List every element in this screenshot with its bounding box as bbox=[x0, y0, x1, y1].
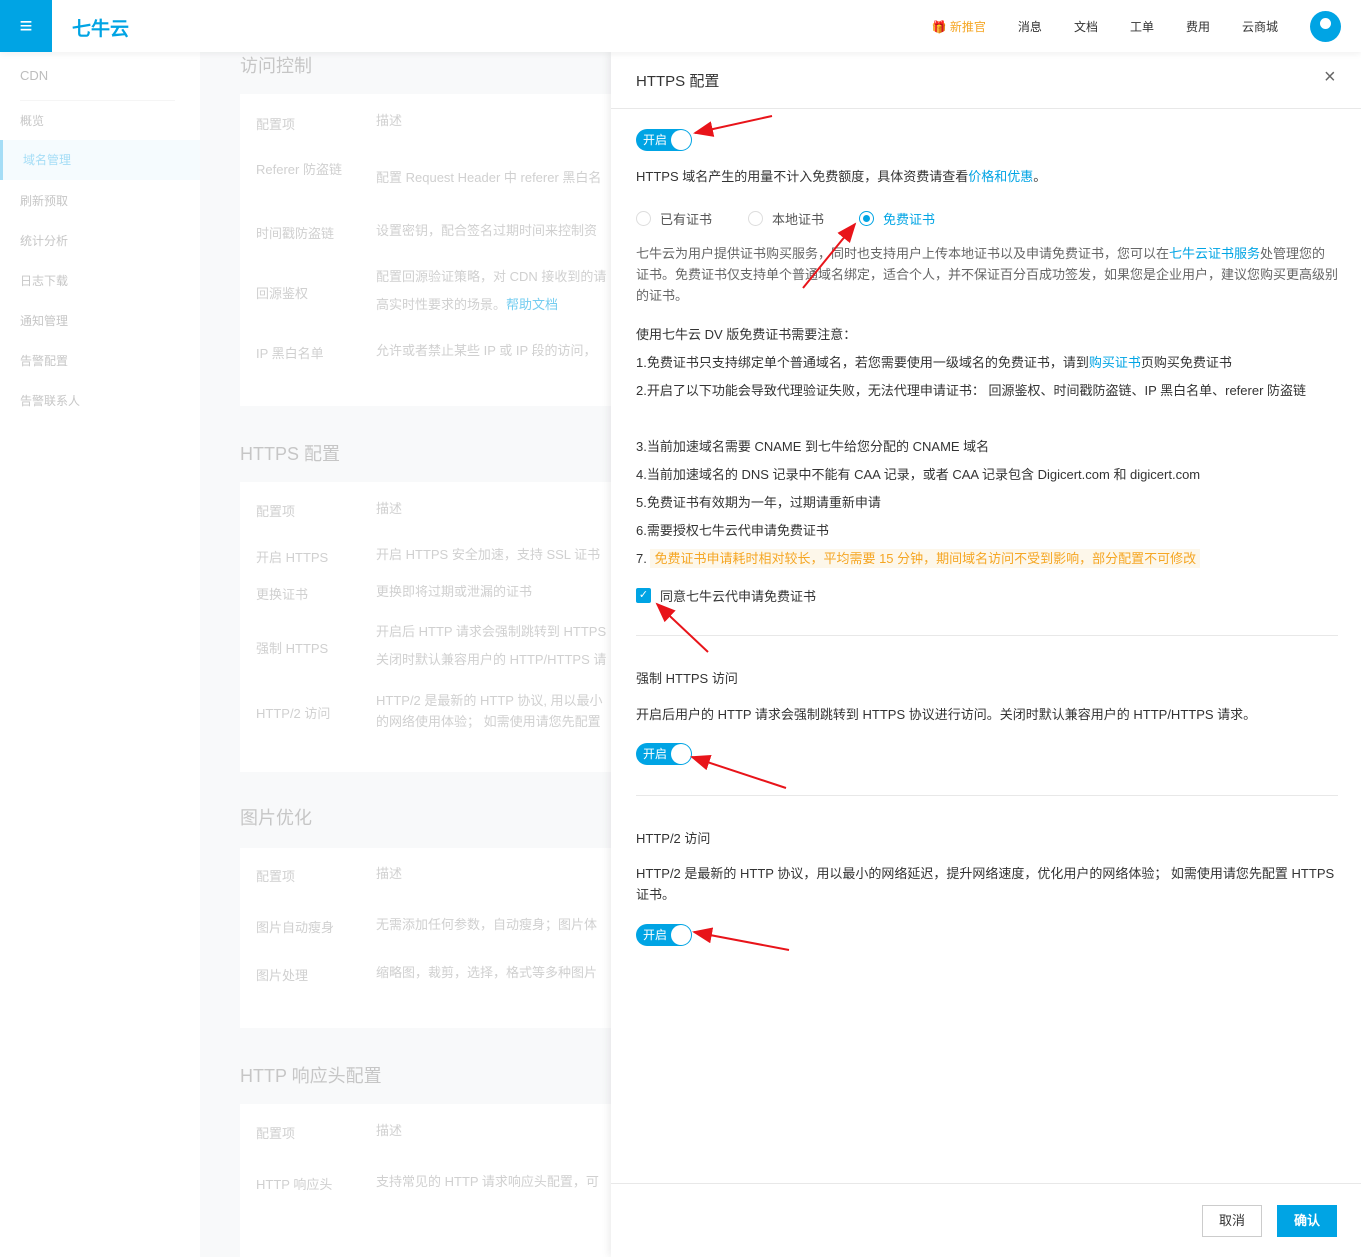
top-nav: 🎁 新推官 消息 文档 工单 费用 云商城 bbox=[932, 0, 1361, 52]
row-desc: 允许或者禁止某些 IP 或 IP 段的访问， bbox=[376, 343, 597, 358]
col-header: 描述 bbox=[376, 113, 403, 128]
pricing-link[interactable]: 价格和优惠 bbox=[968, 169, 1033, 184]
nav-billing[interactable]: 费用 bbox=[1186, 18, 1210, 35]
row-desc: 支持常见的 HTTP 请求响应头配置，可 bbox=[376, 1174, 599, 1189]
row-label: 图片处理 bbox=[256, 968, 309, 983]
col-header: 配置项 bbox=[256, 869, 296, 884]
row-desc: 缩略图，裁剪，选择，格式等多种图片 bbox=[376, 965, 598, 980]
row-desc: 更换即将过期或泄漏的证书 bbox=[376, 584, 533, 599]
sidebar-item-notify[interactable]: 通知管理 bbox=[20, 312, 68, 329]
col-header: 配置项 bbox=[256, 1126, 296, 1141]
note-6: 6.需要授权七牛云代申请免费证书 bbox=[636, 523, 829, 538]
radio-existing-cert[interactable]: 已有证书 bbox=[636, 209, 712, 228]
force-https-desc: 开启后用户的 HTTP 请求会强制跳转到 HTTPS 协议进行访问。关闭时默认兼… bbox=[636, 707, 1257, 722]
sidebar-item-domains[interactable]: 域名管理 bbox=[0, 140, 200, 180]
sidebar-item-refresh[interactable]: 刷新预取 bbox=[20, 192, 68, 209]
menu-button[interactable]: ≡ bbox=[0, 0, 52, 52]
row-label: 更换证书 bbox=[256, 587, 309, 602]
nav-messages[interactable]: 消息 bbox=[1018, 18, 1042, 35]
logo[interactable]: 七牛云 bbox=[72, 14, 129, 41]
row-label: 时间戳防盗链 bbox=[256, 226, 335, 241]
row-label: IP 黑白名单 bbox=[256, 346, 324, 361]
note-5: 5.免费证书有效期为一年，过期请重新申请 bbox=[636, 495, 881, 510]
nav-marketplace[interactable]: 云商城 bbox=[1242, 18, 1278, 35]
row-desc: 配置 Request Header 中 referer 黑白名 bbox=[376, 170, 602, 185]
check-icon: ✓ bbox=[636, 588, 651, 603]
cancel-button[interactable]: 取消 bbox=[1202, 1205, 1262, 1237]
row-desc: 设置密钥，配合签名过期时间来控制资 bbox=[376, 223, 598, 238]
radio-local-cert[interactable]: 本地证书 bbox=[748, 209, 824, 228]
sidebar-item-overview[interactable]: 概览 bbox=[20, 112, 44, 129]
row-desc: 开启后 HTTP 请求会强制跳转到 HTTPS bbox=[376, 624, 607, 639]
section-title: HTTPS 配置 bbox=[240, 444, 341, 464]
row-desc: 开启 HTTPS 安全加速，支持 SSL 证书 bbox=[376, 547, 601, 562]
row-desc: 高实时性要求的场景。帮助文档 bbox=[376, 297, 559, 312]
row-label: 强制 HTTPS bbox=[256, 641, 329, 656]
col-header: 描述 bbox=[376, 501, 403, 516]
note-4: 4.当前加速域名的 DNS 记录中不能有 CAA 记录，或者 CAA 记录包含 … bbox=[636, 467, 1201, 482]
force-https-title: 强制 HTTPS 访问 bbox=[636, 671, 738, 686]
row-label: HTTP 响应头 bbox=[256, 1177, 333, 1192]
sidebar-item-contacts[interactable]: 告警联系人 bbox=[20, 392, 80, 409]
nav-tickets[interactable]: 工单 bbox=[1130, 18, 1154, 35]
http2-desc: HTTP/2 是最新的 HTTP 协议，用以最小的网络延迟，提升网络速度，优化用… bbox=[636, 866, 1335, 902]
confirm-button[interactable]: 确认 bbox=[1277, 1205, 1337, 1237]
agree-checkbox[interactable]: ✓ 同意七牛云代申请免费证书 bbox=[636, 586, 816, 605]
help-link[interactable]: 帮助文档 bbox=[506, 297, 558, 312]
col-header: 配置项 bbox=[256, 504, 296, 519]
sidebar: CDN 概览 域名管理 刷新预取 统计分析 日志下载 通知管理 告警配置 告警联… bbox=[0, 52, 200, 1257]
note-2: 2.开启了以下功能会导致代理验证失败，无法代理申请证书： 回源鉴权、时间戳防盗链… bbox=[636, 383, 1307, 398]
row-desc: 的网络使用体验； 如需使用请您先配置 bbox=[376, 714, 601, 729]
row-desc: 配置回源验证策略，对 CDN 接收到的请 bbox=[376, 269, 607, 284]
sidebar-title: CDN bbox=[20, 68, 49, 83]
drawer-title: HTTPS 配置 bbox=[636, 73, 720, 90]
https-config-drawer: HTTPS 配置 × 开启 HTTPS 域名产生的用量不计入免费额度，具体资费请… bbox=[611, 52, 1361, 1257]
http2-toggle[interactable]: 开启 bbox=[636, 924, 692, 946]
col-header: 配置项 bbox=[256, 117, 296, 132]
cert-service-link[interactable]: 七牛云证书服务 bbox=[1169, 246, 1260, 261]
http2-title: HTTP/2 访问 bbox=[636, 831, 711, 846]
section-title: 访问控制 bbox=[240, 56, 312, 76]
notes-title: 使用七牛云 DV 版免费证书需要注意： bbox=[636, 327, 857, 342]
top-bar: ≡ 七牛云 🎁 新推官 消息 文档 工单 费用 云商城 bbox=[0, 0, 1361, 52]
force-https-toggle[interactable]: 开启 bbox=[636, 743, 692, 765]
nav-promo[interactable]: 🎁 新推官 bbox=[932, 18, 986, 35]
section-title: HTTP 响应头配置 bbox=[240, 1066, 382, 1086]
row-desc: 关闭时默认兼容用户的 HTTP/HTTPS 请 bbox=[376, 652, 607, 667]
usage-text: HTTPS 域名产生的用量不计入免费额度，具体资费请查看价格和优惠。 bbox=[636, 169, 1047, 184]
background-page: CDN 概览 域名管理 刷新预取 统计分析 日志下载 通知管理 告警配置 告警联… bbox=[0, 52, 640, 1257]
row-label: 图片自动瘦身 bbox=[256, 920, 335, 935]
sidebar-item-stats[interactable]: 统计分析 bbox=[20, 232, 68, 249]
section-title: 图片优化 bbox=[240, 808, 312, 828]
note-7: 7. 免费证书申请耗时相对较长，平均需要 15 分钟，期间域名访问不受到影响，部… bbox=[636, 545, 1201, 573]
row-label: Referer 防盗链 bbox=[256, 162, 342, 177]
sidebar-item-alerts[interactable]: 告警配置 bbox=[20, 352, 68, 369]
close-icon[interactable]: × bbox=[1324, 66, 1336, 89]
sidebar-item-logs[interactable]: 日志下载 bbox=[20, 272, 68, 289]
note-3: 3.当前加速域名需要 CNAME 到七牛给您分配的 CNAME 域名 bbox=[636, 439, 990, 454]
nav-docs[interactable]: 文档 bbox=[1074, 18, 1098, 35]
row-label: 回源鉴权 bbox=[256, 286, 309, 301]
col-header: 描述 bbox=[376, 866, 403, 881]
https-toggle[interactable]: 开启 bbox=[636, 129, 692, 151]
main-content: 访问控制 配置项 描述 Referer 防盗链 配置 Request Heade… bbox=[200, 52, 640, 1257]
buy-cert-link[interactable]: 购买证书 bbox=[1089, 355, 1141, 370]
note-1: 1.免费证书只支持绑定单个普通域名，若您需要使用一级域名的免费证书，请到购买证书… bbox=[636, 355, 1232, 370]
row-label: 开启 HTTPS bbox=[256, 550, 329, 565]
row-desc: 无需添加任何参数，自动瘦身；图片体 bbox=[376, 917, 598, 932]
col-header: 描述 bbox=[376, 1123, 403, 1138]
radio-free-cert[interactable]: 免费证书 bbox=[859, 209, 935, 228]
avatar[interactable] bbox=[1310, 10, 1341, 42]
cert-description: 七牛云为用户提供证书购买服务，同时也支持用户上传本地证书以及申请免费证书，您可以… bbox=[636, 246, 1339, 303]
row-label: HTTP/2 访问 bbox=[256, 706, 331, 721]
